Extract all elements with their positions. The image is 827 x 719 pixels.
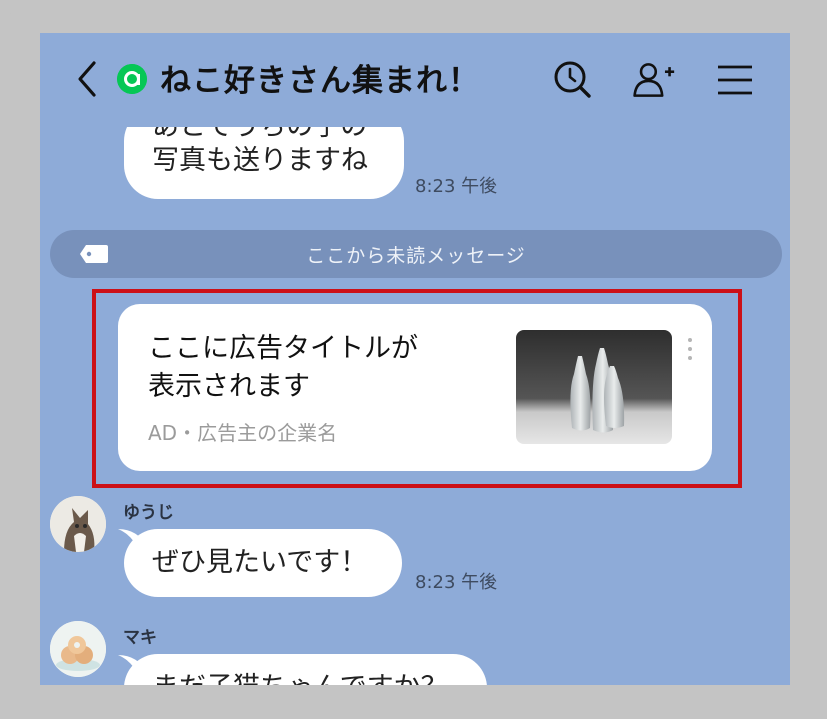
message-text-line: 写真も送りますね	[152, 145, 368, 176]
avatar[interactable]	[50, 621, 106, 677]
ad-sponsor: AD・広告主の企業名	[148, 421, 338, 445]
message-time: 8:23 午後	[415, 176, 498, 197]
message-bubble[interactable]: あとでうちの子の 写真も送りますね	[124, 127, 404, 199]
ad-title: ここに広告タイトルが 表示されます	[148, 330, 468, 406]
ad-card[interactable]: ここに広告タイトルが 表示されます AD・広告主の企業名	[118, 304, 712, 471]
chat-title: ねこ好きさん集まれ！	[160, 63, 480, 99]
unread-divider: ここから未読メッセージ	[50, 230, 782, 278]
device-frame: ねこ好きさん集まれ！ あとでうちの子の 写真も送りますね 8:23 午後	[0, 0, 827, 719]
message-bubble[interactable]: まだ子猫ちゃんですか？	[124, 654, 487, 685]
ad-title-line: ここに広告タイトルが	[148, 333, 418, 364]
message-bubble[interactable]: ぜひ見たいです！	[124, 529, 402, 597]
cat-avatar-image	[50, 496, 106, 552]
chat-header: ねこ好きさん集まれ！	[40, 33, 790, 127]
donut-avatar-image	[50, 621, 106, 677]
search-icon[interactable]	[550, 57, 596, 103]
more-options-icon[interactable]	[686, 338, 694, 364]
message-text: まだ子猫ちゃんですか？	[152, 668, 448, 685]
ad-image	[516, 330, 672, 444]
open-chat-icon	[117, 64, 147, 94]
message-time: 8:23 午後	[415, 572, 498, 593]
sender-name: ゆうじ	[123, 503, 174, 523]
chevron-left-icon[interactable]	[72, 59, 102, 99]
sender-name: マキ	[123, 628, 157, 648]
add-friend-icon[interactable]	[630, 57, 676, 103]
avatar[interactable]	[50, 496, 106, 552]
ad-title-line: 表示されます	[148, 371, 310, 402]
chat-screen: ねこ好きさん集まれ！ あとでうちの子の 写真も送りますね 8:23 午後	[40, 33, 790, 685]
hamburger-menu-icon[interactable]	[712, 57, 758, 103]
message-text: ぜひ見たいです！	[152, 547, 368, 578]
unread-divider-label: ここから未読メッセージ	[306, 245, 526, 267]
